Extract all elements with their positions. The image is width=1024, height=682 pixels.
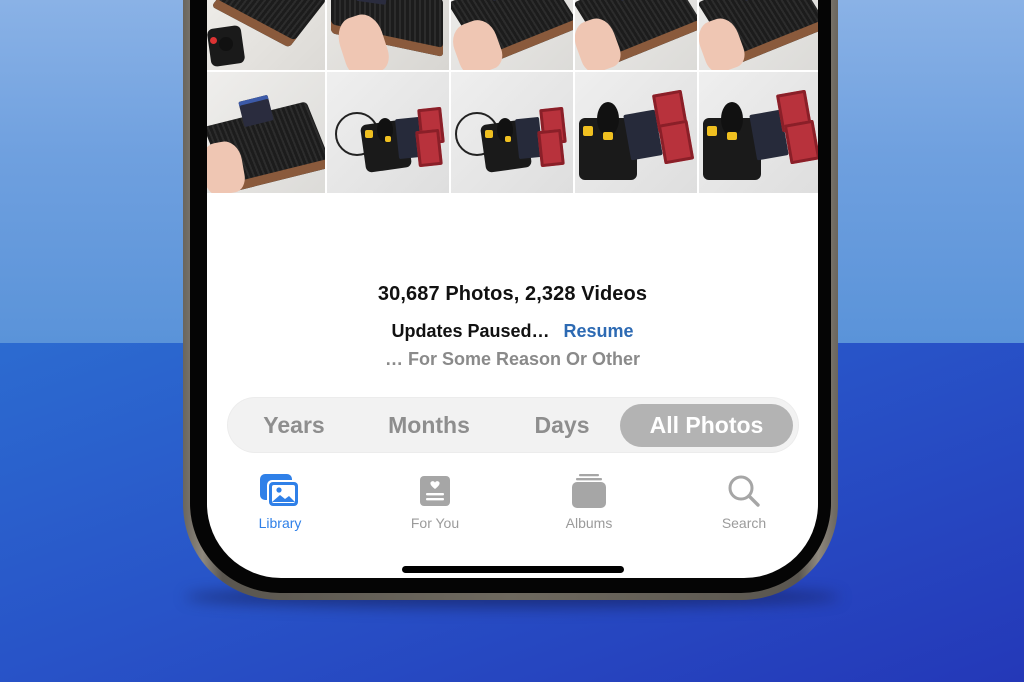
tab-for-you[interactable]: For You xyxy=(375,472,495,531)
tab-for-you-label: For You xyxy=(410,515,460,531)
photo-thumbnail[interactable] xyxy=(575,72,697,193)
sync-status: Updates Paused… Resume xyxy=(207,321,818,342)
photo-thumbnail[interactable] xyxy=(327,72,449,193)
tab-search-label: Search xyxy=(721,515,767,531)
view-selector: Years Months Days All Photos xyxy=(228,398,798,452)
magnifier-icon xyxy=(684,472,804,510)
phone-screen: 30,687 Photos, 2,328 Videos Updates Paus… xyxy=(207,0,818,578)
photo-thumbnail[interactable] xyxy=(451,72,573,193)
photo-thumbnail[interactable] xyxy=(699,72,818,193)
albums-stack-icon xyxy=(529,472,649,510)
tab-albums-label: Albums xyxy=(565,515,613,531)
for-you-icon xyxy=(375,472,495,510)
photo-thumbnail[interactable] xyxy=(207,72,325,193)
view-option-all-photos[interactable]: All Photos xyxy=(620,404,793,447)
resume-button[interactable]: Resume xyxy=(564,321,634,341)
tab-bar: Library For You Albums Search xyxy=(207,472,818,542)
library-counts: 30,687 Photos, 2,328 Videos xyxy=(377,283,648,305)
home-indicator[interactable] xyxy=(402,566,624,573)
sync-status-text: Updates Paused… xyxy=(391,321,550,341)
tab-library[interactable]: Library xyxy=(220,472,340,531)
photo-thumbnail[interactable] xyxy=(207,0,325,70)
photo-thumbnail[interactable] xyxy=(699,0,818,70)
tab-albums[interactable]: Albums xyxy=(529,472,649,531)
view-option-days[interactable]: Days xyxy=(518,398,606,452)
view-option-months[interactable]: Months xyxy=(374,398,484,452)
photo-thumbnail[interactable] xyxy=(575,0,697,70)
tab-library-label: Library xyxy=(258,515,302,531)
photo-grid xyxy=(207,0,818,193)
photo-thumbnail[interactable] xyxy=(451,0,573,70)
sync-status-subtext: … For Some Reason Or Other xyxy=(384,349,641,369)
photo-library-icon xyxy=(220,472,340,510)
tab-search[interactable]: Search xyxy=(684,472,804,531)
photo-thumbnail[interactable] xyxy=(327,0,449,70)
view-option-years[interactable]: Years xyxy=(242,398,346,452)
